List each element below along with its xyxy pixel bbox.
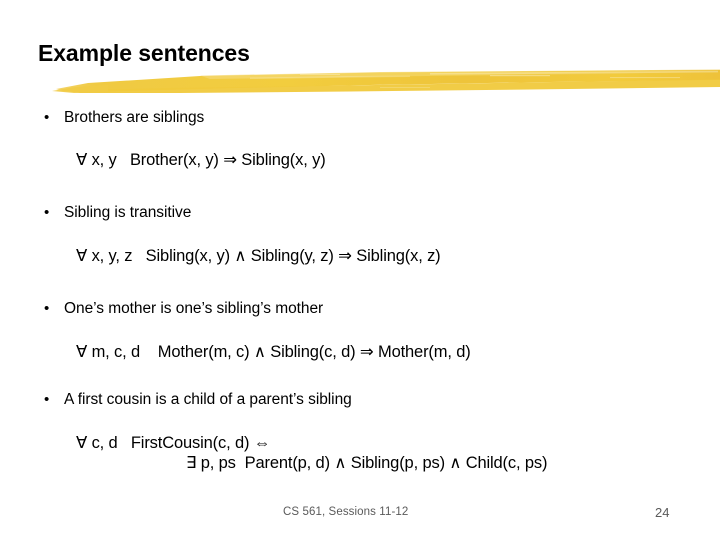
- logic-formula: ∀ m, c, d Mother(m, c) ∧ Sibling(c, d) ⇒…: [76, 343, 471, 361]
- list-item: • One’s mother is one’s sibling’s mother: [44, 299, 323, 319]
- logic-formula: ∀ x, y Brother(x, y) ⇒ Sibling(x, y): [76, 151, 326, 169]
- list-item: • Brothers are siblings: [44, 108, 204, 128]
- slide-canvas: Example sentences • Brothers are sibling…: [0, 0, 720, 540]
- footer-course-label: CS 561, Sessions 11-12: [283, 506, 409, 518]
- list-item-label: A first cousin is a child of a parent’s …: [64, 391, 352, 408]
- logic-formula-continuation: ∃ p, ps Parent(p, d) ∧ Sibling(p, ps) ∧ …: [186, 454, 548, 472]
- bullet-marker-icon: •: [44, 391, 50, 408]
- list-item-label: Sibling is transitive: [64, 204, 192, 221]
- list-item-label: Brothers are siblings: [64, 109, 205, 126]
- bullet-marker-icon: •: [44, 204, 50, 221]
- bullet-marker-icon: •: [44, 109, 50, 126]
- logic-formula: ∀ x, y, z Sibling(x, y) ∧ Sibling(y, z) …: [76, 247, 441, 265]
- footer-page-number: 24: [655, 505, 670, 520]
- list-item-label: One’s mother is one’s sibling’s mother: [64, 300, 324, 317]
- bullet-marker-icon: •: [44, 300, 50, 317]
- list-item: • Sibling is transitive: [44, 203, 191, 223]
- list-item: • A first cousin is a child of a parent’…: [44, 390, 352, 410]
- logic-formula: ∀ c, d FirstCousin(c, d) ⇔: [76, 434, 271, 452]
- slide-body: • Brothers are siblings ∀ x, y Brother(x…: [0, 0, 720, 540]
